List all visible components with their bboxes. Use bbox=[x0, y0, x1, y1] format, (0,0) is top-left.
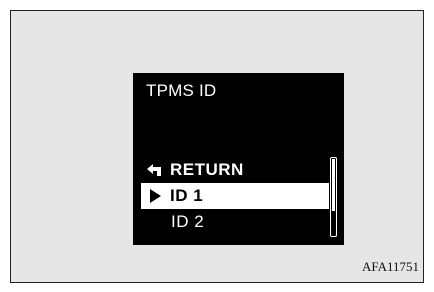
menu-item-label: ID 1 bbox=[170, 186, 204, 205]
menu-item-return[interactable]: RETURN bbox=[141, 157, 329, 183]
figure-frame: TPMS ID RETURN ID 1 ID 2 AFA11751 bbox=[10, 10, 424, 283]
play-triangle-icon bbox=[144, 188, 166, 204]
menu-item-id1[interactable]: ID 1 bbox=[141, 183, 329, 209]
menu-list: RETURN ID 1 ID 2 bbox=[141, 157, 329, 235]
menu-item-label: ID 2 bbox=[171, 212, 205, 231]
return-arrow-icon bbox=[144, 162, 166, 178]
menu-scrollbar[interactable] bbox=[330, 157, 337, 237]
display-screen: TPMS ID RETURN ID 1 ID 2 bbox=[133, 73, 344, 245]
menu-item-label: RETURN bbox=[170, 160, 244, 179]
menu-item-id2[interactable]: ID 2 bbox=[141, 209, 329, 235]
figure-code: AFA11751 bbox=[361, 259, 419, 274]
scrollbar-thumb[interactable] bbox=[332, 159, 335, 211]
screen-title: TPMS ID bbox=[146, 81, 217, 100]
